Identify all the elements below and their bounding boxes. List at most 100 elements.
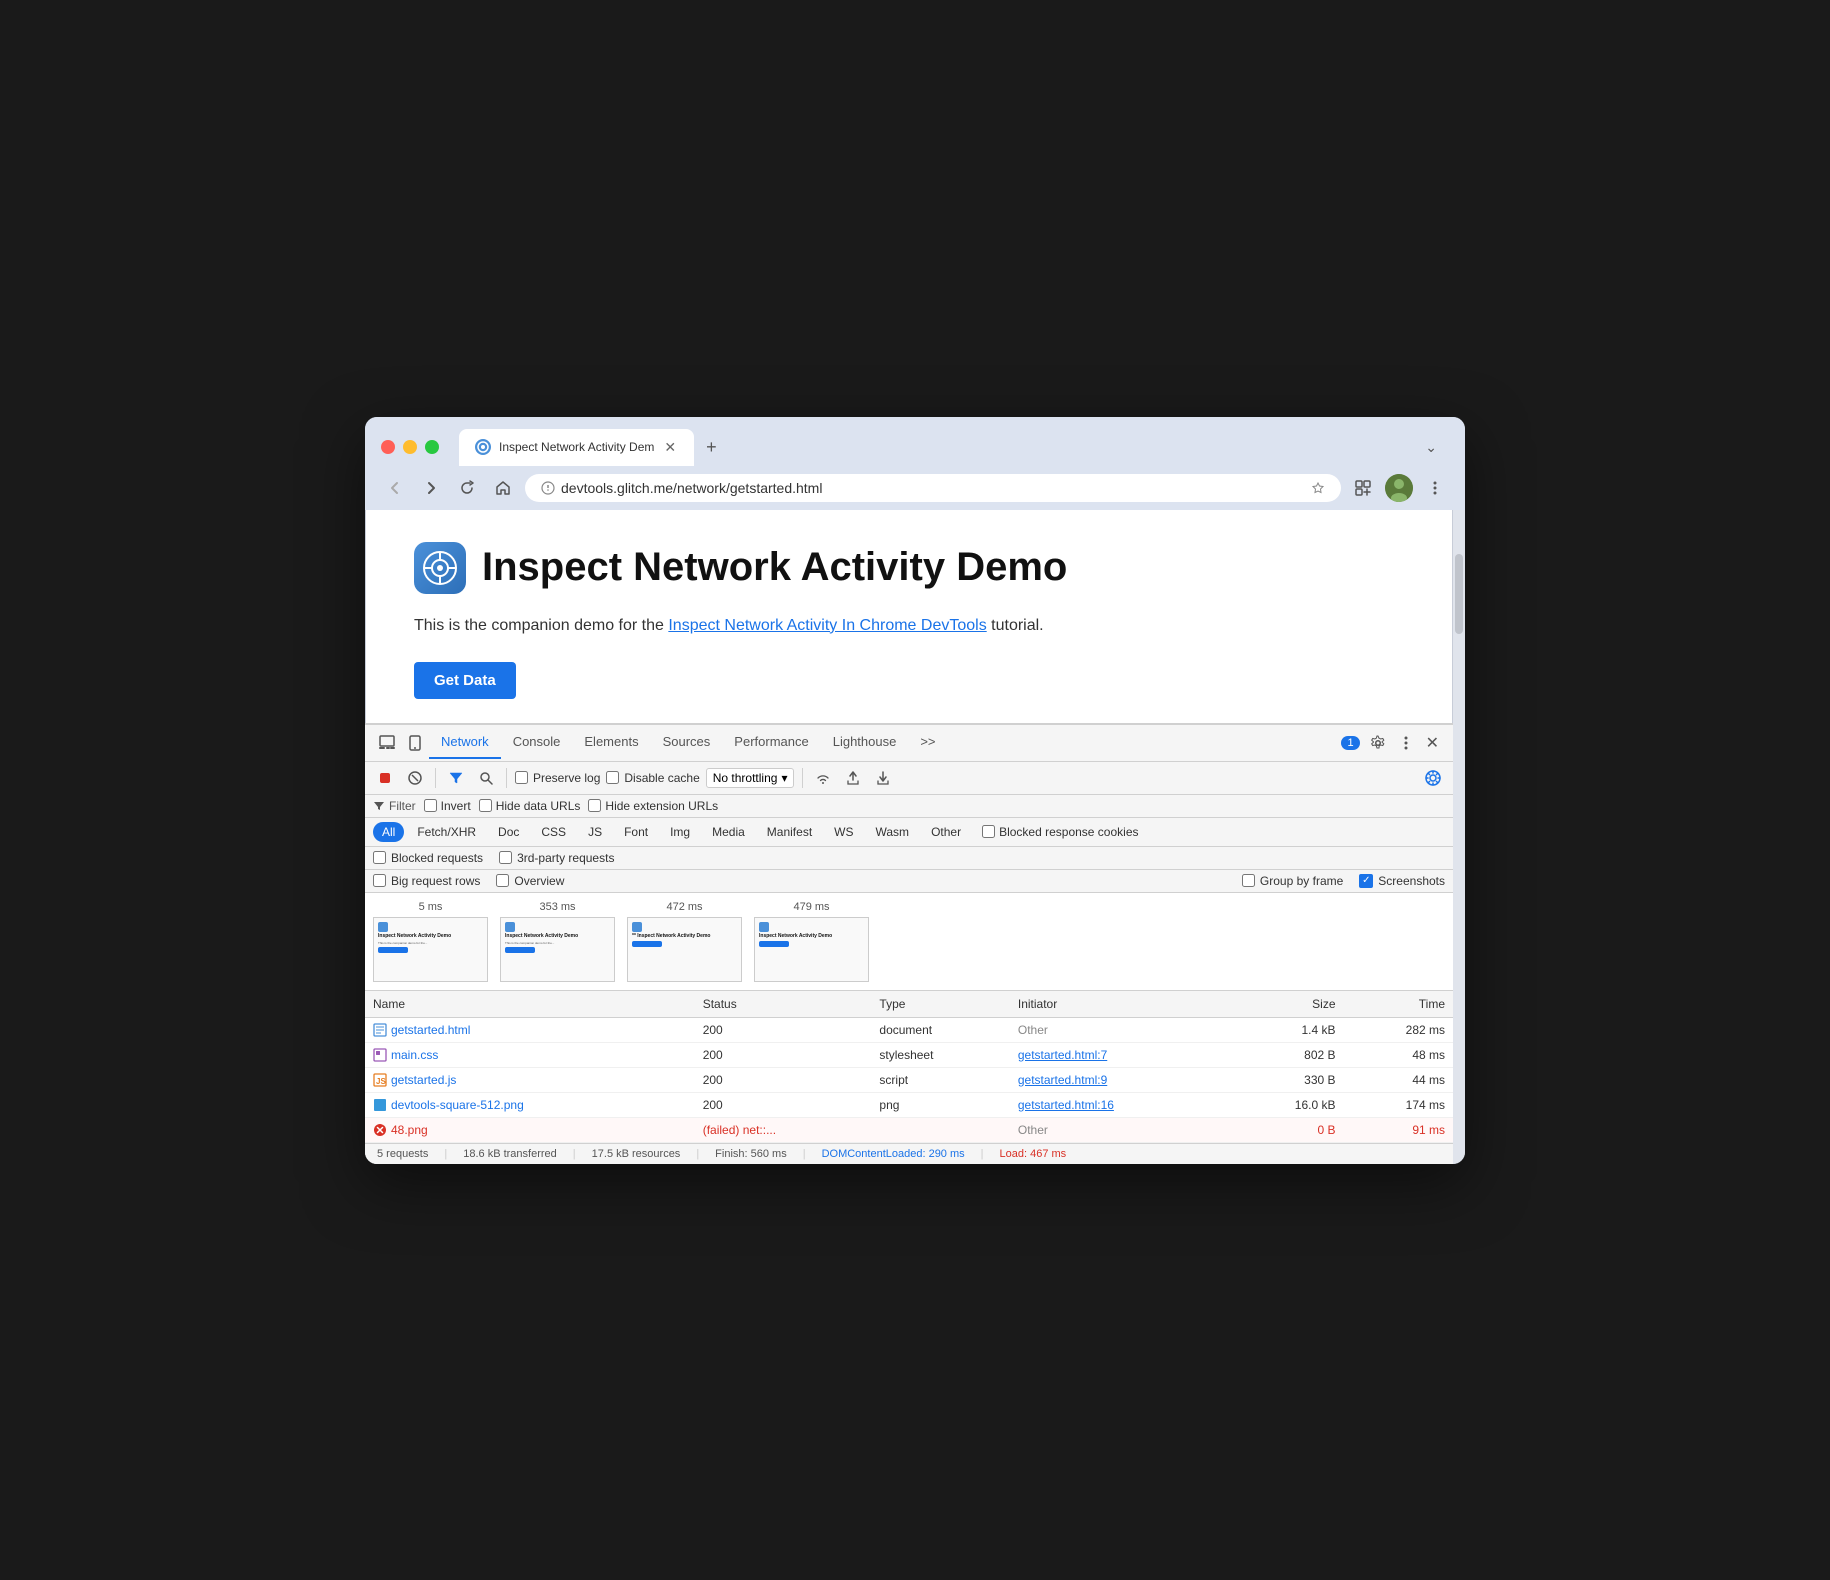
file-name[interactable]: main.css <box>391 1048 438 1062</box>
tab-more[interactable]: >> <box>908 726 947 759</box>
devtools-close-icon[interactable]: ✕ <box>1420 725 1445 761</box>
preserve-log-checkbox[interactable] <box>515 771 528 784</box>
group-by-frame-checkbox[interactable] <box>1242 874 1255 887</box>
tab-close-button[interactable]: ✕ <box>662 437 678 458</box>
table-row[interactable]: getstarted.html200documentOther1.4 kB282… <box>365 1017 1453 1042</box>
invert-checkbox-label[interactable]: Invert <box>424 799 471 813</box>
initiator-link[interactable]: getstarted.html:9 <box>1018 1073 1107 1087</box>
table-row[interactable]: devtools-square-512.png200pnggetstarted.… <box>365 1092 1453 1117</box>
forward-button[interactable] <box>417 474 445 502</box>
type-filter-img[interactable]: Img <box>661 822 699 842</box>
disable-cache-checkbox[interactable] <box>606 771 619 784</box>
type-filter-ws[interactable]: WS <box>825 822 862 842</box>
back-button[interactable] <box>381 474 409 502</box>
cell-name[interactable]: getstarted.html <box>365 1017 695 1042</box>
settings-wheel-icon[interactable] <box>1421 766 1445 790</box>
hide-data-urls-checkbox[interactable] <box>479 799 492 812</box>
type-filter-fetch-xhr[interactable]: Fetch/XHR <box>408 822 485 842</box>
tab-sources[interactable]: Sources <box>651 726 723 759</box>
clear-button[interactable] <box>403 766 427 790</box>
cell-name[interactable]: main.css <box>365 1042 695 1067</box>
col-type[interactable]: Type <box>871 991 1009 1018</box>
type-filter-media[interactable]: Media <box>703 822 754 842</box>
initiator-link[interactable]: getstarted.html:16 <box>1018 1098 1114 1112</box>
devtools-inspect-icon[interactable] <box>373 727 401 759</box>
table-row[interactable]: JSgetstarted.js200scriptgetstarted.html:… <box>365 1067 1453 1092</box>
hide-data-urls-label[interactable]: Hide data URLs <box>479 799 581 813</box>
maximize-button[interactable] <box>425 440 439 454</box>
dom-content-loaded[interactable]: DOMContentLoaded: 290 ms <box>822 1148 965 1160</box>
overview-checkbox[interactable] <box>496 874 509 887</box>
cell-name[interactable]: devtools-square-512.png <box>365 1092 695 1117</box>
devtools-settings-icon[interactable] <box>1364 727 1392 759</box>
devtools-more-icon[interactable] <box>1392 727 1420 759</box>
home-button[interactable] <box>489 474 517 502</box>
tab-lighthouse[interactable]: Lighthouse <box>821 726 909 759</box>
import-button[interactable] <box>871 766 895 790</box>
extensions-button[interactable] <box>1349 474 1377 502</box>
type-filter-css[interactable]: CSS <box>532 822 575 842</box>
get-data-button[interactable]: Get Data <box>414 662 516 699</box>
disable-cache-label[interactable]: Disable cache <box>606 771 699 785</box>
scrollbar[interactable] <box>1453 510 1465 1164</box>
preserve-log-label[interactable]: Preserve log <box>515 771 600 785</box>
devtools-device-icon[interactable] <box>401 727 429 759</box>
screenshot-item-4[interactable]: 479 ms Inspect Network Activity Demo <box>754 901 869 982</box>
table-row[interactable]: main.css200stylesheetgetstarted.html:780… <box>365 1042 1453 1067</box>
cell-initiator[interactable]: getstarted.html:7 <box>1010 1042 1232 1067</box>
hide-extension-urls-checkbox[interactable] <box>588 799 601 812</box>
tab-network[interactable]: Network <box>429 726 501 759</box>
third-party-label[interactable]: 3rd-party requests <box>499 851 614 865</box>
type-filter-manifest[interactable]: Manifest <box>758 822 821 842</box>
devtools-issue-badge[interactable]: 1 <box>1341 736 1359 750</box>
big-rows-checkbox[interactable] <box>373 874 386 887</box>
screenshot-item-3[interactable]: 472 ms ** Inspect Network Activity Demo <box>627 901 742 982</box>
tab-elements[interactable]: Elements <box>572 726 650 759</box>
invert-checkbox[interactable] <box>424 799 437 812</box>
col-name[interactable]: Name <box>365 991 695 1018</box>
type-filter-doc[interactable]: Doc <box>489 822 528 842</box>
type-filter-wasm[interactable]: Wasm <box>867 822 919 842</box>
export-button[interactable] <box>841 766 865 790</box>
overview-label[interactable]: Overview <box>496 874 564 888</box>
devtools-link[interactable]: Inspect Network Activity In Chrome DevTo… <box>668 617 986 634</box>
cell-name[interactable]: JSgetstarted.js <box>365 1067 695 1092</box>
search-button[interactable] <box>474 766 498 790</box>
type-filter-font[interactable]: Font <box>615 822 657 842</box>
type-filter-js[interactable]: JS <box>579 822 611 842</box>
refresh-button[interactable] <box>453 474 481 502</box>
address-input[interactable] <box>561 480 1305 496</box>
tab-console[interactable]: Console <box>501 726 573 759</box>
initiator-link[interactable]: getstarted.html:7 <box>1018 1048 1107 1062</box>
tab-performance[interactable]: Performance <box>722 726 820 759</box>
wifi-icon[interactable] <box>811 766 835 790</box>
address-bar-input-container[interactable] <box>525 474 1341 502</box>
screenshot-item-1[interactable]: 5 ms Inspect Network Activity Demo This … <box>373 901 488 982</box>
minimize-button[interactable] <box>403 440 417 454</box>
col-initiator[interactable]: Initiator <box>1010 991 1232 1018</box>
load-time[interactable]: Load: 467 ms <box>1000 1148 1067 1160</box>
blocked-requests-checkbox[interactable] <box>373 851 386 864</box>
new-tab-button[interactable]: + <box>694 429 729 466</box>
throttle-select[interactable]: No throttling ▾ <box>706 768 795 788</box>
col-time[interactable]: Time <box>1344 991 1454 1018</box>
cell-name[interactable]: 48.png <box>365 1117 695 1142</box>
cell-initiator[interactable]: getstarted.html:9 <box>1010 1067 1232 1092</box>
file-name[interactable]: devtools-square-512.png <box>391 1098 524 1112</box>
blocked-requests-label[interactable]: Blocked requests <box>373 851 483 865</box>
hide-extension-urls-label[interactable]: Hide extension URLs <box>588 799 718 813</box>
stop-recording-button[interactable] <box>373 766 397 790</box>
col-size[interactable]: Size <box>1231 991 1343 1018</box>
group-by-frame-label[interactable]: Group by frame <box>1242 874 1343 888</box>
file-name[interactable]: getstarted.js <box>391 1073 456 1087</box>
profile-button[interactable] <box>1385 474 1413 502</box>
file-name[interactable]: 48.png <box>391 1123 428 1137</box>
screenshot-item-2[interactable]: 353 ms Inspect Network Activity Demo Thi… <box>500 901 615 982</box>
type-filter-all[interactable]: All <box>373 822 404 842</box>
big-rows-label[interactable]: Big request rows <box>373 874 480 888</box>
file-name[interactable]: getstarted.html <box>391 1023 470 1037</box>
third-party-checkbox[interactable] <box>499 851 512 864</box>
menu-button[interactable] <box>1421 474 1449 502</box>
cell-initiator[interactable]: getstarted.html:16 <box>1010 1092 1232 1117</box>
blocked-cookies-label[interactable]: Blocked response cookies <box>982 825 1138 839</box>
